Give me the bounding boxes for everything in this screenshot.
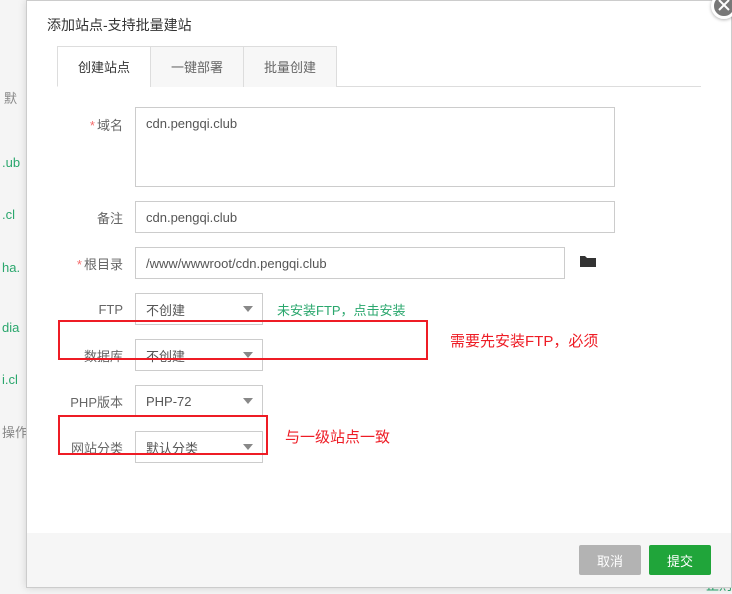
row-ftp: FTP 不创建 未安装FTP，点击安装 (57, 293, 701, 325)
bg-text: .ub (2, 155, 20, 170)
add-site-modal: 添加站点-支持批量建站 创建站点 一键部署 批量创建 *域名 cdn.pengq… (26, 0, 732, 588)
row-db: 数据库 不创建 (57, 339, 701, 371)
row-root: *根目录 (57, 247, 701, 279)
bg-text: ha. (2, 260, 20, 275)
cancel-button[interactable]: 取消 (579, 545, 641, 575)
row-php: PHP版本 PHP-72 (57, 385, 701, 417)
folder-icon[interactable] (579, 254, 597, 273)
label-php: PHP版本 (57, 392, 135, 411)
bg-text: 默 (4, 88, 17, 107)
php-select-value: PHP-72 (135, 385, 263, 417)
label-db: 数据库 (57, 346, 135, 365)
tab-one-click-deploy[interactable]: 一键部署 (150, 46, 244, 87)
tab-batch-create[interactable]: 批量创建 (243, 46, 337, 87)
bg-text: 操作 (2, 422, 28, 441)
modal-title: 添加站点-支持批量建站 (27, 1, 731, 45)
modal-footer: 取消 提交 (27, 533, 731, 587)
category-select-value: 默认分类 (135, 431, 263, 463)
tab-create-site[interactable]: 创建站点 (57, 46, 151, 87)
required-mark: * (90, 118, 95, 133)
annotation-note-ftp: 需要先安装FTP，必须 (450, 330, 598, 351)
required-mark: * (77, 257, 82, 272)
category-select[interactable]: 默认分类 (135, 431, 263, 463)
php-select[interactable]: PHP-72 (135, 385, 263, 417)
domain-input[interactable]: cdn.pengqi.club (135, 107, 615, 187)
label-remark: 备注 (57, 208, 135, 227)
close-icon (718, 0, 730, 14)
row-domain: *域名 cdn.pengqi.club (57, 107, 701, 187)
bg-text: .cl (2, 207, 15, 222)
db-select-value: 不创建 (135, 339, 263, 371)
label-domain: *域名 (57, 107, 135, 134)
tab-bar: 创建站点 一键部署 批量创建 (57, 45, 701, 87)
ftp-select[interactable]: 不创建 (135, 293, 263, 325)
ftp-install-link[interactable]: 未安装FTP，点击安装 (277, 300, 406, 319)
root-input[interactable] (135, 247, 565, 279)
ftp-select-value: 不创建 (135, 293, 263, 325)
bg-text: i.cl (2, 372, 18, 387)
label-category: 网站分类 (57, 438, 135, 457)
label-ftp: FTP (57, 302, 135, 317)
remark-input[interactable] (135, 201, 615, 233)
annotation-note-php: 与一级站点一致 (285, 426, 390, 447)
row-remark: 备注 (57, 201, 701, 233)
label-root: *根目录 (57, 254, 135, 273)
submit-button[interactable]: 提交 (649, 545, 711, 575)
db-select[interactable]: 不创建 (135, 339, 263, 371)
bg-text: dia (2, 320, 19, 335)
